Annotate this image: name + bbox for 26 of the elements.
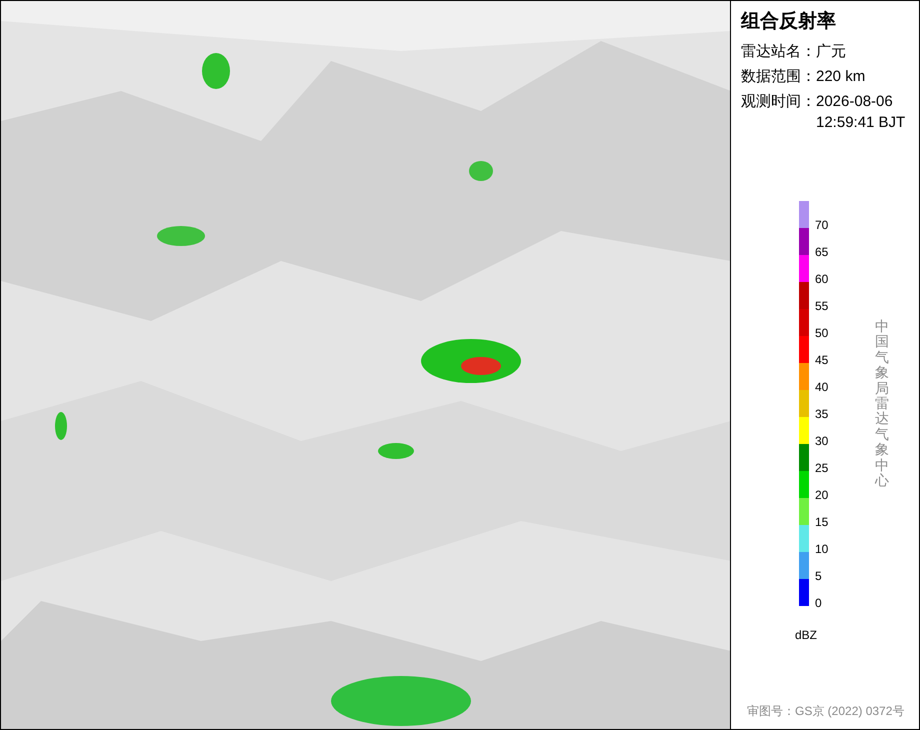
- legend-label: 0: [815, 596, 822, 610]
- credit-text: 中国气象局雷达气象中心: [875, 319, 890, 488]
- legend-label: 10: [815, 542, 828, 556]
- legend-label: 15: [815, 515, 828, 529]
- unit-label: dBZ: [795, 627, 818, 644]
- legend-label: 45: [815, 353, 828, 367]
- legend-label: 35: [815, 407, 828, 421]
- legend-label: 50: [815, 326, 828, 340]
- legend-label: 25: [815, 461, 828, 475]
- info-value: 2026-08-06: [816, 92, 894, 112]
- info-value: 220 km: [816, 67, 866, 87]
- info-label: 数据范围：: [741, 67, 816, 87]
- legend-label: 55: [815, 299, 828, 313]
- approval-number: 审图号：GS京 (2022) 0372号: [747, 703, 906, 720]
- legend-label: 70: [815, 218, 828, 232]
- legend-label: 5: [815, 569, 822, 583]
- info-label: 观测时间：: [741, 92, 816, 112]
- info-value: 12:59:41 BJT: [816, 113, 906, 133]
- info-value: 广元: [816, 42, 846, 62]
- info-label: 雷达站名：: [741, 42, 816, 62]
- legend-label: 30: [815, 434, 828, 448]
- legend-label: 20: [815, 488, 828, 502]
- legend-label: 40: [815, 380, 828, 394]
- panel-title: 组合反射率: [741, 10, 837, 34]
- legend-label: 60: [815, 272, 828, 286]
- legend-label: 65: [815, 245, 828, 259]
